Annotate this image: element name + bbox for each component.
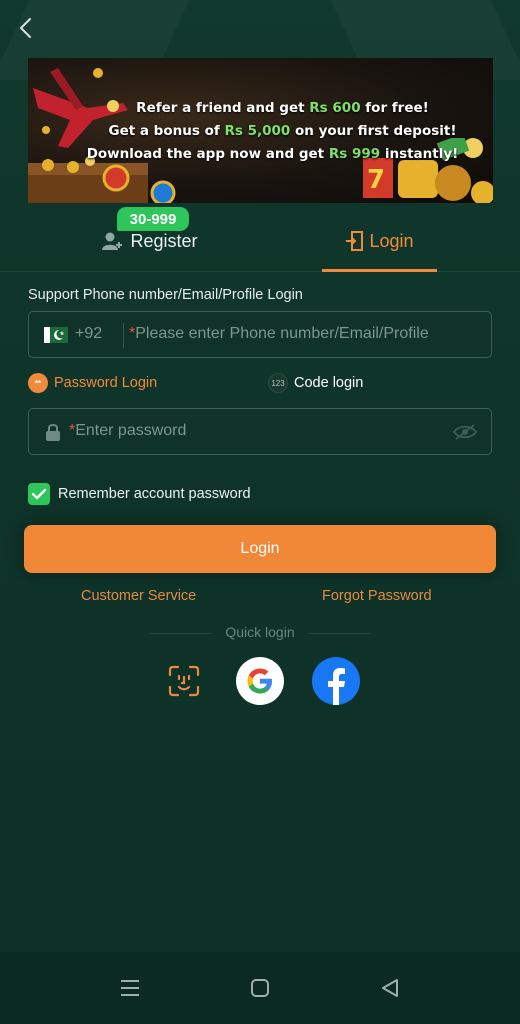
login-button[interactable]: Login bbox=[24, 525, 496, 573]
divider bbox=[308, 633, 370, 634]
menu-icon bbox=[121, 980, 139, 996]
remember-checkbox[interactable] bbox=[28, 483, 50, 505]
add-user-icon bbox=[102, 232, 123, 250]
phone-input[interactable]: *Please enter Phone number/Email/Profile bbox=[129, 325, 429, 343]
face-id-login-button[interactable] bbox=[160, 657, 208, 705]
country-code-selector[interactable]: +92 bbox=[75, 325, 102, 343]
password-login-label: Password Login bbox=[54, 375, 158, 391]
tab-login[interactable]: Login bbox=[322, 210, 437, 272]
customer-service-link[interactable]: Customer Service bbox=[81, 588, 196, 604]
facebook-login-button[interactable] bbox=[312, 657, 360, 705]
system-back-button[interactable] bbox=[376, 974, 404, 1002]
password-input[interactable]: *Enter password bbox=[69, 422, 186, 440]
square-icon bbox=[251, 979, 269, 997]
system-navigation-bar bbox=[0, 952, 520, 1024]
password-field[interactable]: *Enter password bbox=[28, 408, 492, 455]
forgot-password-link[interactable]: Forgot Password bbox=[322, 588, 432, 604]
chevron-left-icon bbox=[20, 18, 31, 38]
remember-label: Remember account password bbox=[58, 486, 251, 502]
app-screen: 7 Refer a friend and get Rs 600 for free… bbox=[0, 0, 520, 952]
active-tab-indicator bbox=[322, 269, 437, 272]
google-icon bbox=[247, 668, 272, 694]
banner-line-3: Download the app now and get Rs 999 inst… bbox=[86, 146, 459, 162]
tab-register-label: Register bbox=[130, 230, 198, 251]
password-icon: ** bbox=[28, 373, 48, 393]
password-login-option[interactable]: ** Password Login bbox=[28, 372, 157, 394]
auth-tabs: Register Login bbox=[0, 210, 520, 272]
promo-banner[interactable]: 7 Refer a friend and get Rs 600 for free… bbox=[28, 58, 493, 203]
google-login-button[interactable] bbox=[236, 657, 284, 705]
eye-hidden-icon[interactable] bbox=[453, 424, 477, 440]
tab-login-label: Login bbox=[369, 230, 414, 251]
banner-line-2: Get a bonus of Rs 5,000 on your first de… bbox=[108, 123, 457, 139]
code-login-label: Code login bbox=[294, 375, 364, 391]
banner-line-1: Refer a friend and get Rs 600 for free! bbox=[136, 100, 429, 116]
facebook-icon bbox=[312, 657, 360, 705]
login-mode-selector: ** Password Login 123 Code login bbox=[28, 372, 492, 396]
quick-login-label: Quick login bbox=[225, 624, 295, 640]
remember-password-toggle[interactable]: Remember account password bbox=[28, 483, 251, 505]
svg-text:7: 7 bbox=[367, 165, 385, 195]
recent-apps-button[interactable] bbox=[116, 974, 144, 1002]
field-divider bbox=[123, 323, 124, 348]
pakistan-flag-icon bbox=[44, 327, 68, 343]
lock-icon bbox=[46, 424, 60, 441]
code-login-option[interactable]: 123 Code login bbox=[268, 372, 363, 394]
home-button[interactable] bbox=[246, 974, 274, 1002]
checkmark-icon bbox=[31, 488, 47, 500]
face-id-icon bbox=[168, 665, 200, 697]
login-icon bbox=[346, 231, 364, 251]
triangle-back-icon bbox=[382, 979, 398, 997]
back-button[interactable] bbox=[12, 14, 40, 42]
login-section-label: Support Phone number/Email/Profile Login bbox=[28, 287, 303, 303]
phone-field[interactable]: +92 *Please enter Phone number/Email/Pro… bbox=[28, 311, 492, 358]
code-icon: 123 bbox=[268, 373, 288, 393]
register-bonus-badge: 30-999 bbox=[117, 207, 189, 231]
